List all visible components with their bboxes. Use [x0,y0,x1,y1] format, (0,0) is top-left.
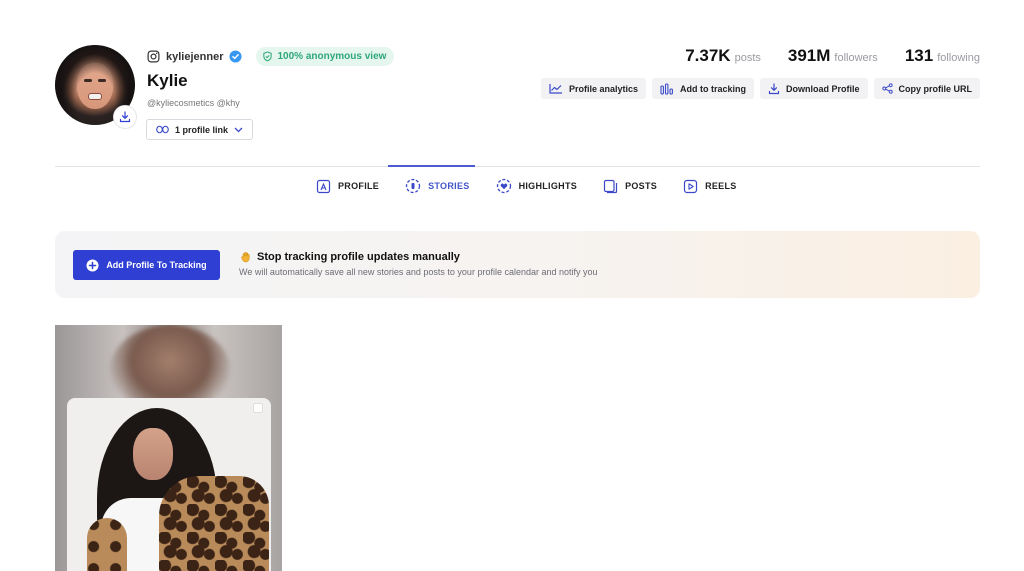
stat-followers: 391M followers [788,46,878,66]
tab-reels[interactable]: REELS [683,177,737,195]
chevron-down-icon [234,127,243,132]
stat-following: 131 following [905,46,980,66]
handle-row: kyliejenner 100% anonymous view [147,47,395,66]
line-chart-icon [549,84,562,94]
profile-links-dropdown[interactable]: 1 profile link [146,119,254,140]
link-icon [156,125,169,134]
copy-profile-url-button[interactable]: Copy profile URL [873,78,980,99]
profile-handle: kyliejenner [166,50,224,63]
tab-label: PROFILE [338,181,380,191]
play-box-icon [683,179,698,193]
bar-chart-icon [660,82,673,95]
content-tabs: PROFILE STORIES HIGHLIGHTS POSTS REELS [316,177,737,195]
banner-subtitle: We will automatically save all new stori… [239,267,598,277]
instagram-icon [147,50,160,63]
profile-name: Kylie [147,71,188,90]
story-card[interactable] [55,325,282,571]
story-ring-icon [405,178,421,194]
add-to-tracking-button[interactable]: Add to tracking [651,78,754,99]
story-face [133,428,173,480]
stat-posts: 7.37K posts [685,46,761,66]
tab-label: STORIES [428,181,470,191]
stat-value: 7.37K [685,46,731,65]
avatar-download-button[interactable] [114,106,136,128]
tab-stories[interactable]: STORIES [405,177,469,195]
anonymous-view-label: 100% anonymous view [277,51,387,62]
banner-title-text: Stop tracking profile updates manually [257,251,460,263]
banner-title: Stop tracking profile updates manually [240,251,460,263]
download-profile-label: Download Profile [785,83,860,94]
profile-actions: Profile analytics Add to tracking Downlo… [540,78,980,99]
add-profile-to-tracking-button[interactable]: Add Profile To Tracking [73,250,220,280]
stat-label: followers [834,52,878,64]
verified-badge-icon [229,50,243,63]
tab-label: HIGHLIGHTS [518,181,578,191]
profile-links-label: 1 profile link [175,124,229,135]
download-icon [119,111,131,123]
cta-label: Add Profile To Tracking [106,260,207,270]
stat-value: 391M [787,46,831,65]
profile-stats: 7.37K posts 391M followers 131 following [685,46,980,66]
heart-ring-icon [496,178,511,194]
raised-hand-icon [241,251,250,263]
download-profile-button[interactable]: Download Profile [759,78,868,99]
story-leopard-sleeve [87,518,127,571]
shield-check-icon [263,51,273,62]
profile-aliases: @kyliecosmetics @khy [147,98,240,108]
tab-profile[interactable]: PROFILE [316,177,379,195]
share-icon [881,83,893,94]
stat-value: 131 [904,46,934,65]
profile-card-icon [316,179,331,193]
stat-label: following [937,52,980,64]
story-image [67,398,271,571]
add-to-tracking-label: Add to tracking [679,83,746,94]
avatar-mouth [88,93,102,100]
tab-posts[interactable]: POSTS [603,177,657,195]
profile-analytics-button[interactable]: Profile analytics [540,78,646,99]
active-tab-indicator [388,165,475,167]
story-leopard-coat [159,476,269,571]
plus-circle-icon [86,259,99,271]
profile-analytics-label: Profile analytics [568,83,638,94]
posts-stack-icon [603,179,618,193]
tracking-banner: Add Profile To Tracking Stop tracking pr… [55,231,980,298]
copy-profile-url-label: Copy profile URL [898,83,973,94]
avatar-eye [84,79,92,82]
download-icon [768,82,780,94]
stat-label: posts [734,52,761,64]
header-divider [55,166,980,167]
tab-highlights[interactable]: HIGHLIGHTS [496,177,578,195]
tab-label: REELS [705,181,737,191]
avatar-eye [98,79,106,82]
story-select-checkbox[interactable] [253,403,263,413]
tab-label: POSTS [625,181,658,191]
anonymous-view-badge: 100% anonymous view [256,47,395,66]
